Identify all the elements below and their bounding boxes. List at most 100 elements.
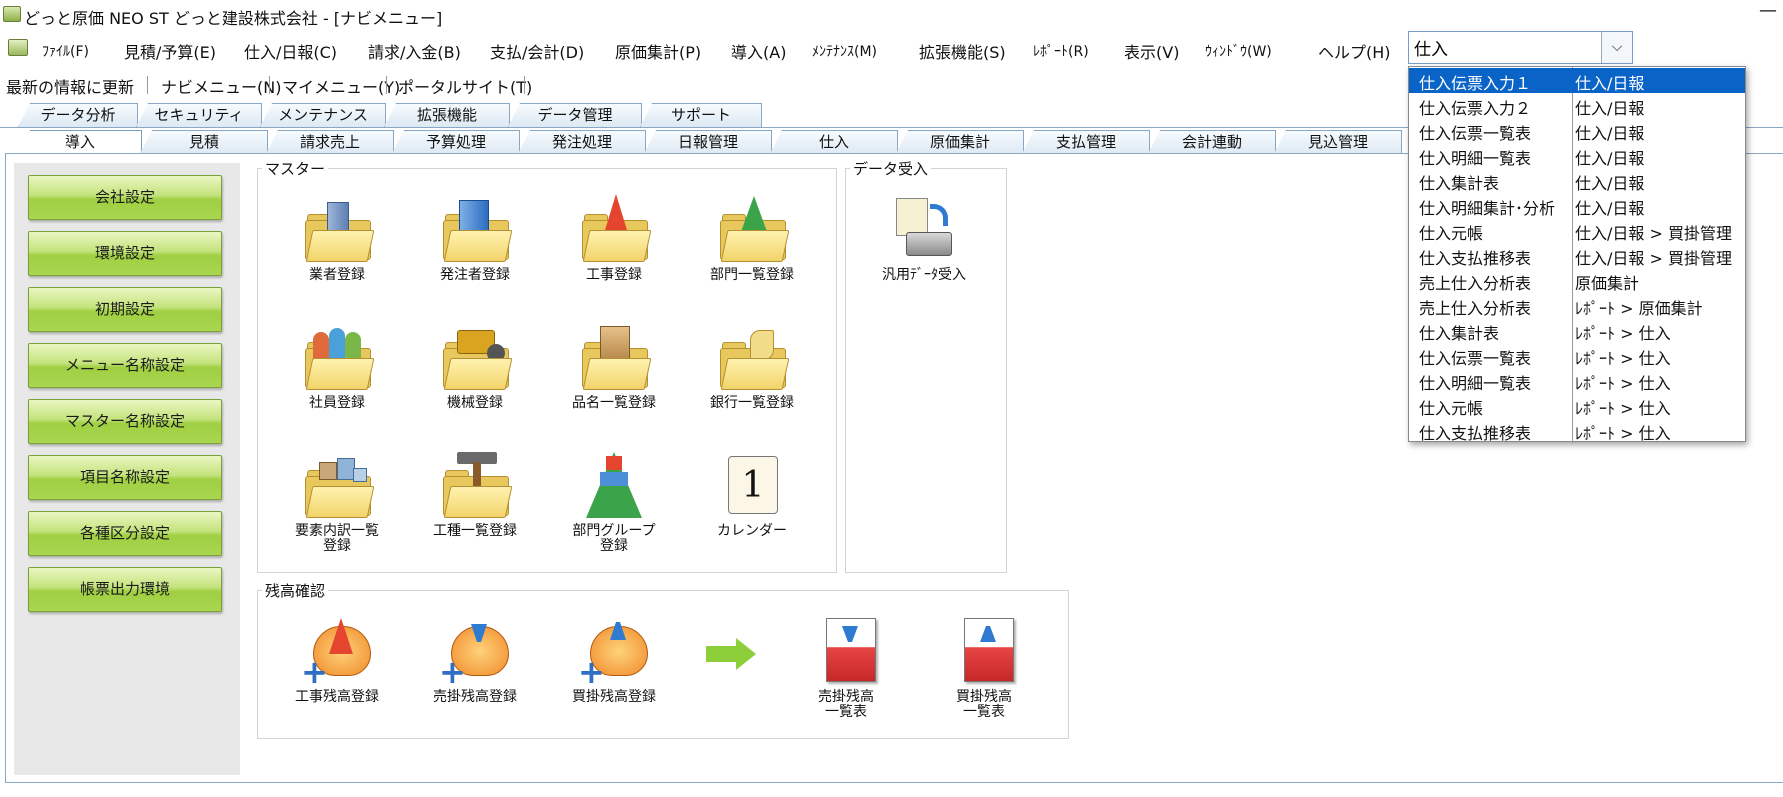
navi-menu-link[interactable]: ナビメニュー(N) — [161, 74, 281, 98]
result-name: 仕入集計表 — [1419, 174, 1500, 193]
minimize-button[interactable]: — — [1753, 0, 1783, 30]
result-path: ﾚﾎﾟｰﾄ > 仕入 — [1575, 349, 1671, 368]
tab-estimate[interactable]: 見積 — [140, 130, 268, 154]
search-result-row[interactable]: 売上仕入分析表 原価集計 — [1409, 268, 1745, 293]
menu-maintenance[interactable]: ﾒﾝﾃﾅﾝｽ(M) — [812, 41, 877, 61]
tab-forecast[interactable]: 見込管理 — [1274, 130, 1402, 154]
menu-window[interactable]: ｳｨﾝﾄﾞｳ(W) — [1205, 41, 1272, 61]
result-path: 原価集計 — [1575, 274, 1640, 293]
balance-group-label: 残高確認 — [262, 580, 329, 601]
search-combobox[interactable]: ⌵ — [1408, 31, 1633, 64]
tab-extension[interactable]: 拡張機能 — [384, 103, 510, 127]
payable-balance-report[interactable]: 買掛残高 一覧表 — [924, 612, 1044, 720]
item-label: 工事登録 — [586, 267, 642, 283]
tab-data-analysis[interactable]: データ分析 — [18, 103, 138, 127]
calendar[interactable]: 1 カレンダー — [692, 446, 812, 539]
search-result-row[interactable]: 仕入集計表 ﾚﾎﾟｰﾄ > 仕入 — [1409, 318, 1745, 343]
search-result-row[interactable]: 仕入明細一覧表 仕入/日報 — [1409, 143, 1745, 168]
item-name-settings-button[interactable]: 項目名称設定 — [28, 455, 222, 500]
menu-purchase[interactable]: 仕入/日報(C) — [244, 39, 337, 63]
menu-report[interactable]: ﾚﾎﾟｰﾄ(R) — [1033, 41, 1089, 61]
construction-registration[interactable]: 工事登録 — [554, 190, 674, 283]
tab-data-management[interactable]: データ管理 — [508, 103, 642, 127]
search-result-row[interactable]: 仕入集計表 仕入/日報 — [1409, 168, 1745, 193]
employee-registration[interactable]: 社員登録 — [277, 318, 397, 411]
search-result-row[interactable]: 仕入伝票入力１ 仕入/日報 — [1409, 68, 1745, 93]
company-settings-button[interactable]: 会社設定 — [28, 175, 222, 220]
search-result-row[interactable]: 仕入伝票一覧表 仕入/日報 — [1409, 118, 1745, 143]
my-menu-link[interactable]: マイメニュー(Y) — [282, 74, 400, 98]
receivable-balance-report[interactable]: 売掛残高 一覧表 — [786, 612, 906, 720]
result-name: 仕入集計表 — [1419, 324, 1500, 343]
tab-budget[interactable]: 予算処理 — [392, 130, 520, 154]
tab-support[interactable]: サポート — [640, 103, 762, 127]
item-label: 業者登録 — [309, 267, 365, 283]
receivable-balance-registration[interactable]: + 売掛残高登録 — [415, 612, 535, 705]
result-path: ﾚﾎﾟｰﾄ > 仕入 — [1575, 374, 1671, 393]
menu-intro[interactable]: 導入(A) — [731, 39, 786, 63]
document-shape — [896, 198, 928, 236]
tab-accounting[interactable]: 会計連動 — [1148, 130, 1276, 154]
down-arrow-icon — [842, 626, 858, 648]
search-result-row[interactable]: 仕入伝票一覧表 ﾚﾎﾟｰﾄ > 仕入 — [1409, 343, 1745, 368]
plus-icon: + — [301, 653, 328, 691]
tab-daily[interactable]: 日報管理 — [644, 130, 772, 154]
department-group-registration[interactable]: 部門グループ 登録 — [554, 446, 674, 554]
search-result-row[interactable]: 仕入元帳 ﾚﾎﾟｰﾄ > 仕入 — [1409, 393, 1745, 418]
menu-payment[interactable]: 支払/会計(D) — [490, 39, 584, 63]
vendor-registration[interactable]: 業者登録 — [277, 190, 397, 283]
work-type-registration[interactable]: 工種一覧登録 — [415, 446, 535, 539]
item-label: 部門グループ 登録 — [572, 523, 656, 554]
menu-cost[interactable]: 原価集計(P) — [615, 39, 701, 63]
menu-extension[interactable]: 拡張機能(S) — [919, 39, 1006, 63]
menu-estimate[interactable]: 見積/予算(E) — [124, 39, 216, 63]
environment-settings-button[interactable]: 環境設定 — [28, 231, 222, 276]
search-result-row[interactable]: 仕入支払推移表 ﾚﾎﾟｰﾄ > 仕入 — [1409, 418, 1745, 443]
result-path: 仕入/日報 > 買掛管理 — [1575, 249, 1732, 268]
menu-billing[interactable]: 請求/入金(B) — [368, 39, 461, 63]
search-result-row[interactable]: 仕入伝票入力２ 仕入/日報 — [1409, 93, 1745, 118]
payable-balance-registration[interactable]: + 買掛残高登録 — [554, 612, 674, 705]
tab-security[interactable]: セキュリティ — [136, 103, 262, 127]
bank-registration[interactable]: 銀行一覧登録 — [692, 318, 812, 411]
tab-purchase[interactable]: 仕入 — [770, 130, 898, 154]
menu-view[interactable]: 表示(V) — [1124, 39, 1179, 63]
product-registration[interactable]: 品名一覧登録 — [554, 318, 674, 411]
pyramid-band — [606, 456, 622, 470]
search-result-row[interactable]: 仕入元帳 仕入/日報 > 買掛管理 — [1409, 218, 1745, 243]
right-arrow-icon — [706, 646, 738, 662]
search-input[interactable] — [1409, 32, 1602, 63]
result-name: 売上仕入分析表 — [1419, 299, 1532, 318]
construction-balance-registration[interactable]: + 工事残高登録 — [277, 612, 397, 705]
department-registration[interactable]: 部門一覧登録 — [692, 190, 812, 283]
document-icon[interactable] — [8, 39, 28, 56]
search-result-row[interactable]: 仕入支払推移表 仕入/日報 > 買掛管理 — [1409, 243, 1745, 268]
orderer-registration[interactable]: 発注者登録 — [415, 190, 535, 283]
tab-cost[interactable]: 原価集計 — [896, 130, 1024, 154]
search-result-row[interactable]: 仕入明細一覧表 ﾚﾎﾟｰﾄ > 仕入 — [1409, 368, 1745, 393]
search-result-row[interactable]: 仕入明細集計･分析 仕入/日報 — [1409, 193, 1745, 218]
element-breakdown-registration[interactable]: 要素内訳一覧 登録 — [277, 446, 397, 554]
initial-settings-button[interactable]: 初期設定 — [28, 287, 222, 332]
tab-billing[interactable]: 請求売上 — [266, 130, 394, 154]
result-name: 仕入支払推移表 — [1419, 424, 1532, 443]
search-result-row[interactable]: 売上仕入分析表 ﾚﾎﾟｰﾄ > 原価集計 — [1409, 293, 1745, 318]
toolbar-separator — [386, 76, 387, 94]
master-name-settings-button[interactable]: マスター名称設定 — [28, 399, 222, 444]
generic-data-import[interactable]: 汎用ﾃﾞｰﾀ受入 — [864, 190, 984, 283]
item-label: 買掛残高登録 — [572, 689, 656, 705]
tab-order[interactable]: 発注処理 — [518, 130, 646, 154]
tab-maintenance[interactable]: メンテナンス — [260, 103, 386, 127]
title-bar: どっと原価 NEO ST どっと建設株式会社 - [ナビメニュー] — — [0, 0, 1783, 30]
result-name: 仕入明細集計･分析 — [1419, 199, 1556, 218]
portal-link[interactable]: ポータルサイト(T) — [398, 74, 532, 98]
menu-file[interactable]: ﾌｧｲﾙ(F) — [42, 41, 89, 61]
menu-help[interactable]: ヘルプ(H) — [1318, 39, 1391, 63]
menu-name-settings-button[interactable]: メニュー名称設定 — [28, 343, 222, 388]
machine-registration[interactable]: 機械登録 — [415, 318, 535, 411]
tab-payment[interactable]: 支払管理 — [1022, 130, 1150, 154]
refresh-link[interactable]: 最新の情報に更新 — [6, 74, 134, 98]
report-output-button[interactable]: 帳票出力環境 — [28, 567, 222, 612]
category-settings-button[interactable]: 各種区分設定 — [28, 511, 222, 556]
chevron-down-icon[interactable]: ⌵ — [1601, 32, 1632, 63]
